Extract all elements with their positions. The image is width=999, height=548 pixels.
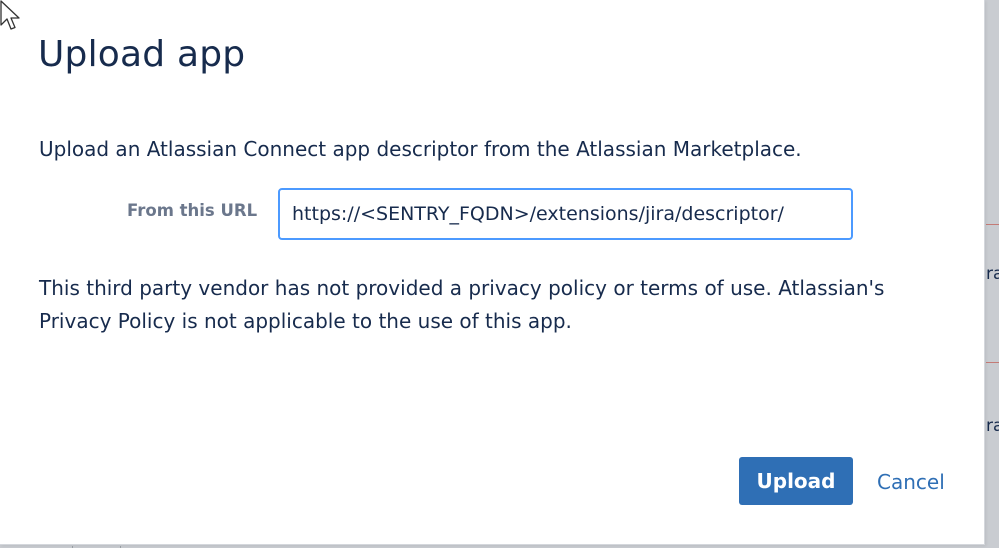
upload-button[interactable]: Upload xyxy=(739,457,853,505)
url-input[interactable] xyxy=(278,188,853,240)
privacy-notice: This third party vendor has not provided… xyxy=(39,276,885,333)
dialog-intro-text: Upload an Atlassian Connect app descript… xyxy=(39,137,802,161)
screen: ra ra Upload app Upload an Atlassian Con… xyxy=(0,0,999,548)
background-text-fragment: ra xyxy=(986,264,999,284)
background-divider xyxy=(986,362,999,363)
background-divider xyxy=(986,224,999,225)
cancel-link[interactable]: Cancel xyxy=(877,470,945,494)
url-field-label: From this URL xyxy=(127,201,258,220)
upload-app-dialog: Upload app Upload an Atlassian Connect a… xyxy=(0,0,985,545)
background-text-fragment: ra xyxy=(986,416,999,436)
mouse-pointer-icon xyxy=(0,0,20,30)
dialog-title: Upload app xyxy=(38,34,246,75)
